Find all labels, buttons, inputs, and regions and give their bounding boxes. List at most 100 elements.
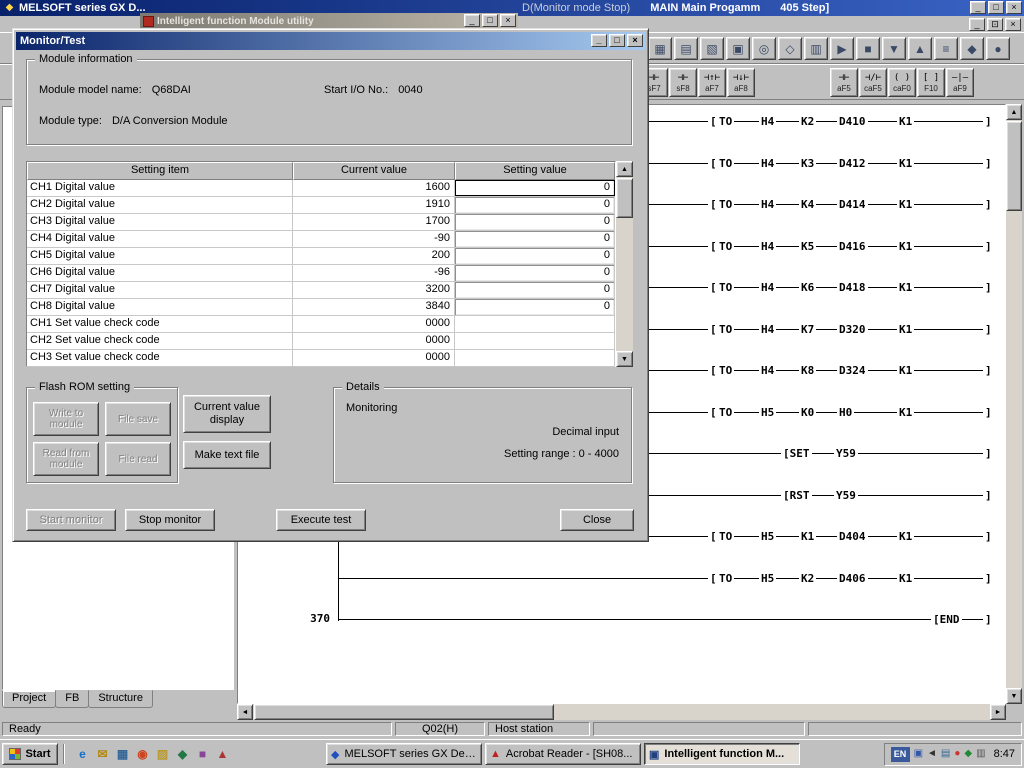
instruction-word: TO (717, 363, 734, 378)
module-model-line: Module model name: Q68DAI Start I/O No.:… (39, 84, 619, 96)
monitor-mode-text: D(Monitor mode Stop) (522, 2, 630, 14)
network-icon[interactable]: ▤ (941, 748, 950, 760)
setting-value-input[interactable]: 0 (455, 214, 615, 230)
folder-icon[interactable]: ▨ (154, 746, 171, 763)
utility-window-titlebar[interactable]: Intelligent function Module utility _ □ … (140, 13, 518, 29)
setting-value-input[interactable]: 0 (455, 231, 615, 247)
dialog-minimize-button[interactable]: _ (591, 34, 607, 47)
outlook-icon[interactable]: ✉ (94, 746, 111, 763)
file-save-button[interactable]: File save (105, 402, 171, 436)
horizontal-scrollbar[interactable]: ◄ ► (237, 704, 1006, 720)
monitor-stop-icon[interactable]: ■ (856, 37, 880, 60)
close-bracket: ] (983, 405, 994, 420)
write-to-module-button[interactable]: Write to module (33, 402, 99, 436)
ladder-tool-aF7-button[interactable]: ⊣↑⊢aF7 (698, 68, 726, 97)
maximize-button[interactable]: □ (988, 1, 1004, 14)
app-shortcut-icon[interactable]: ◆ (174, 746, 191, 763)
table-scroll-down-icon[interactable]: ▼ (616, 351, 633, 367)
setting-value-input[interactable]: 0 (455, 299, 615, 315)
project-icon[interactable]: ▦ (648, 37, 672, 60)
ladder-tool-caF5-button[interactable]: ⊣/⊢caF5 (859, 68, 887, 97)
start-monitor-button[interactable]: Start monitor (26, 509, 116, 531)
ladder-tool-aF5-button[interactable]: ⊣⊢aF5 (830, 68, 858, 97)
parameter-icon[interactable]: ▤ (674, 37, 698, 60)
dialog-close-button[interactable]: × (627, 34, 643, 47)
program-name-text: MAIN Main Progamm (650, 2, 760, 14)
internet-explorer-icon[interactable]: e (74, 746, 91, 763)
vertical-scrollbar[interactable]: ▲ ▼ (1006, 104, 1022, 704)
setting-value-input[interactable]: 0 (455, 282, 615, 298)
ladder-tool-caF0-button[interactable]: ( )caF0 (888, 68, 916, 97)
taskbar-task[interactable]: ▲Acrobat Reader - [SH08... (485, 743, 641, 765)
tab-project[interactable]: Project (2, 690, 56, 708)
ladder-key-label: sF7 (647, 84, 660, 93)
ladder-tool-sF8-button[interactable]: ⊣⊢sF8 (669, 68, 697, 97)
antivirus-icon[interactable]: ● (954, 748, 960, 760)
table-scroll-thumb[interactable] (616, 178, 633, 218)
monitor-start-icon[interactable]: ▶ (830, 37, 854, 60)
ladder-tool-aF8-button[interactable]: ⊣↓⊢aF8 (727, 68, 755, 97)
start-button[interactable]: Start (2, 743, 58, 765)
taskbar-task[interactable]: ◆MELSOFT series GX Deve... (326, 743, 482, 765)
column-header-current-value: Current value (293, 162, 455, 180)
app-shortcut3-icon[interactable]: ▲ (214, 746, 231, 763)
table-row: CH4 Digital value-900 (27, 231, 615, 248)
table-scrollbar[interactable]: ▲ ▼ (616, 161, 633, 367)
setting-value-input[interactable]: 0 (455, 197, 615, 213)
minimize-button[interactable]: _ (970, 1, 986, 14)
display-settings-icon[interactable]: ▣ (914, 748, 923, 760)
taskbar-task[interactable]: ▣Intelligent function M... (644, 743, 800, 765)
scroll-left-arrow-icon[interactable]: ◄ (237, 704, 253, 720)
monitor-mode-icon[interactable]: ▥ (804, 37, 828, 60)
stop-monitor-button[interactable]: Stop monitor (125, 509, 215, 531)
table-scroll-up-icon[interactable]: ▲ (616, 161, 633, 177)
find-icon[interactable]: ◇ (778, 37, 802, 60)
write-plc-icon[interactable]: ▼ (882, 37, 906, 60)
scroll-right-arrow-icon[interactable]: ► (990, 704, 1006, 720)
dialog-titlebar[interactable]: Monitor/Test _ □ × (16, 32, 645, 50)
app-shortcut2-icon[interactable]: ■ (194, 746, 211, 763)
scroll-up-arrow-icon[interactable]: ▲ (1006, 104, 1022, 120)
utility-close-button[interactable]: × (500, 14, 516, 27)
help-icon[interactable]: ● (986, 37, 1010, 60)
make-text-file-button[interactable]: Make text file (183, 441, 271, 469)
dialog-maximize-button[interactable]: □ (609, 34, 625, 47)
setting-value-input[interactable]: 0 (455, 265, 615, 281)
utility-maximize-button[interactable]: □ (482, 14, 498, 27)
ladder-tool-aF9-button[interactable]: —|—aF9 (946, 68, 974, 97)
setting-value-input[interactable]: 0 (455, 248, 615, 264)
setting-value-input[interactable]: 0 (455, 180, 615, 196)
scroll-down-arrow-icon[interactable]: ▼ (1006, 688, 1022, 704)
verify-icon[interactable]: ≡ (934, 37, 958, 60)
close-dialog-button[interactable]: Close (560, 509, 634, 531)
language-indicator[interactable]: EN (891, 747, 910, 762)
ladder-tool-F10-button[interactable]: [ ]F10 (917, 68, 945, 97)
comment-icon[interactable]: ▧ (700, 37, 724, 60)
vertical-scroll-thumb[interactable] (1006, 121, 1022, 211)
ladder-view-icon[interactable]: ◆ (960, 37, 984, 60)
mdi-close-button[interactable]: × (1005, 18, 1021, 31)
zoom-icon[interactable]: ◎ (752, 37, 776, 60)
usb-device-icon[interactable]: ▥ (976, 748, 985, 760)
close-button[interactable]: × (1006, 1, 1022, 14)
mdi-minimize-button[interactable]: _ (969, 18, 985, 31)
tab-fb[interactable]: FB (55, 690, 89, 708)
show-desktop-icon[interactable]: ▦ (114, 746, 131, 763)
mdi-restore-button[interactable]: ⊡ (987, 18, 1003, 31)
read-from-module-button[interactable]: Read from module (33, 442, 99, 476)
file-read-button[interactable]: File read (105, 442, 171, 476)
scheduler-icon[interactable]: ◆ (964, 748, 972, 760)
ladder-symbol-icon: ⊣↓⊢ (733, 73, 749, 84)
utility-minimize-button[interactable]: _ (464, 14, 480, 27)
horizontal-scroll-thumb[interactable] (254, 704, 554, 720)
current-value-display-button[interactable]: Current value display (183, 395, 271, 433)
tab-structure[interactable]: Structure (88, 690, 153, 708)
setting-value-input[interactable] (455, 350, 615, 366)
read-plc-icon[interactable]: ▲ (908, 37, 932, 60)
setting-value-input[interactable] (455, 316, 615, 332)
execute-test-button[interactable]: Execute test (276, 509, 366, 531)
setting-value-input[interactable] (455, 333, 615, 349)
device-memory-icon[interactable]: ▣ (726, 37, 750, 60)
media-player-icon[interactable]: ◉ (134, 746, 151, 763)
volume-icon[interactable]: ◄ (927, 748, 937, 760)
